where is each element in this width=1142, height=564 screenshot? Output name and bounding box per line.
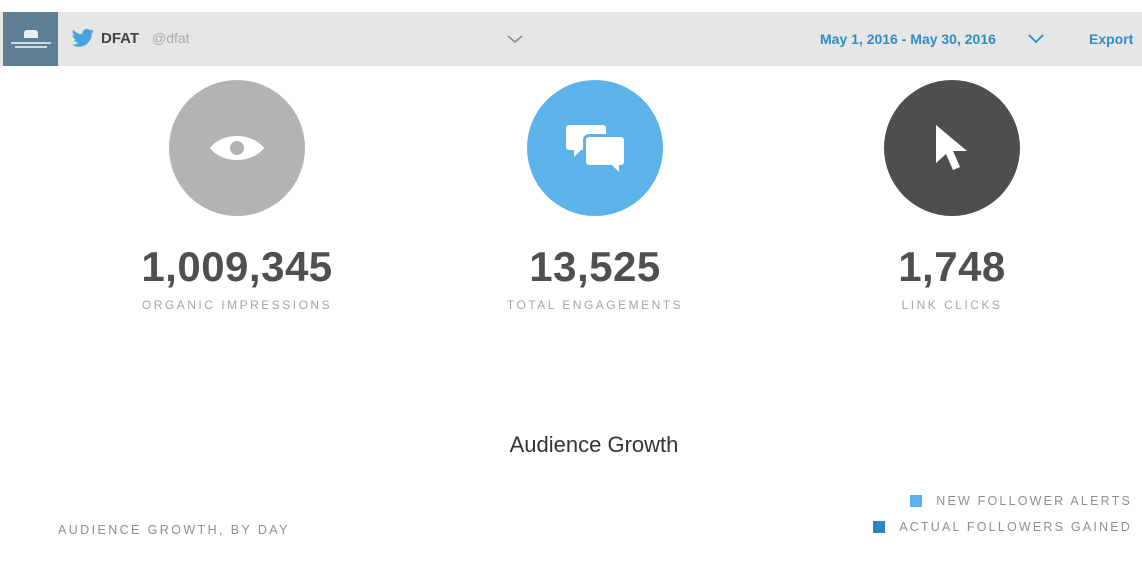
account-avatar[interactable] — [3, 12, 58, 66]
legend-swatch — [910, 495, 923, 507]
account-handle: @dfat — [152, 30, 190, 46]
logo-text-line — [10, 42, 51, 44]
metric-icon-circle — [527, 80, 663, 216]
chart-legend: NEW FOLLOWER ALERTS ACTUAL FOLLOWERS GAI… — [873, 494, 1132, 546]
chevron-down-icon[interactable] — [1026, 32, 1046, 46]
section-title: Audience Growth — [509, 432, 679, 457]
legend-item-actual-followers-gained: ACTUAL FOLLOWERS GAINED — [873, 520, 1132, 534]
crest-icon — [23, 30, 38, 38]
account-name: DFAT — [101, 30, 140, 47]
date-range-selector[interactable]: May 1, 2016 - May 30, 2016 — [820, 31, 996, 47]
metric-icon-circle — [884, 80, 1020, 216]
metric-total-engagements: 13,525 TOTAL ENGAGEMENTS — [445, 80, 745, 312]
metric-organic-impressions: 1,009,345 ORGANIC IMPRESSIONS — [87, 80, 387, 312]
metric-label: LINK CLICKS — [901, 298, 1003, 312]
metric-label: TOTAL ENGAGEMENTS — [506, 298, 684, 312]
eye-icon — [210, 136, 264, 160]
logo-text-line — [14, 46, 47, 48]
metric-icon-circle — [169, 80, 305, 216]
cursor-arrow-icon — [936, 125, 967, 170]
twitter-bird-icon — [72, 28, 94, 47]
legend-swatch — [873, 521, 886, 533]
chart-subtitle: AUDIENCE GROWTH, BY DAY — [58, 523, 290, 537]
metric-value: 13,525 — [529, 243, 661, 290]
metric-value: 1,009,345 — [141, 243, 333, 290]
profile-header-bar: DFAT @dfat May 1, 2016 - May 30, 2016 Ex… — [0, 12, 1142, 66]
export-button[interactable]: Export — [1089, 31, 1133, 47]
legend-item-new-follower-alerts: NEW FOLLOWER ALERTS — [873, 494, 1132, 508]
chevron-down-icon[interactable] — [505, 32, 525, 46]
legend-label: NEW FOLLOWER ALERTS — [936, 494, 1132, 508]
metric-link-clicks: 1,748 LINK CLICKS — [802, 80, 1102, 312]
metric-value: 1,748 — [898, 243, 1006, 290]
legend-label: ACTUAL FOLLOWERS GAINED — [899, 520, 1132, 534]
chat-bubbles-icon — [566, 125, 624, 172]
metric-label: ORGANIC IMPRESSIONS — [141, 298, 333, 312]
